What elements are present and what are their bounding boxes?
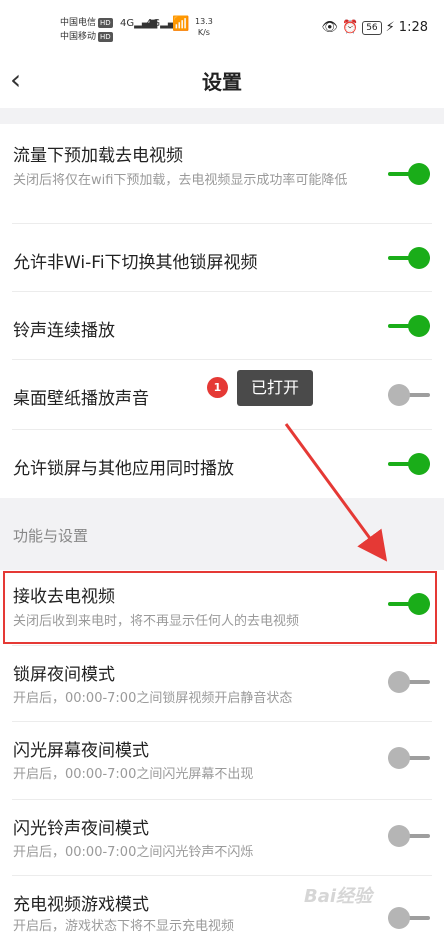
watermark: Bai经验 [304, 886, 373, 907]
annotation-arrow [284, 423, 388, 562]
